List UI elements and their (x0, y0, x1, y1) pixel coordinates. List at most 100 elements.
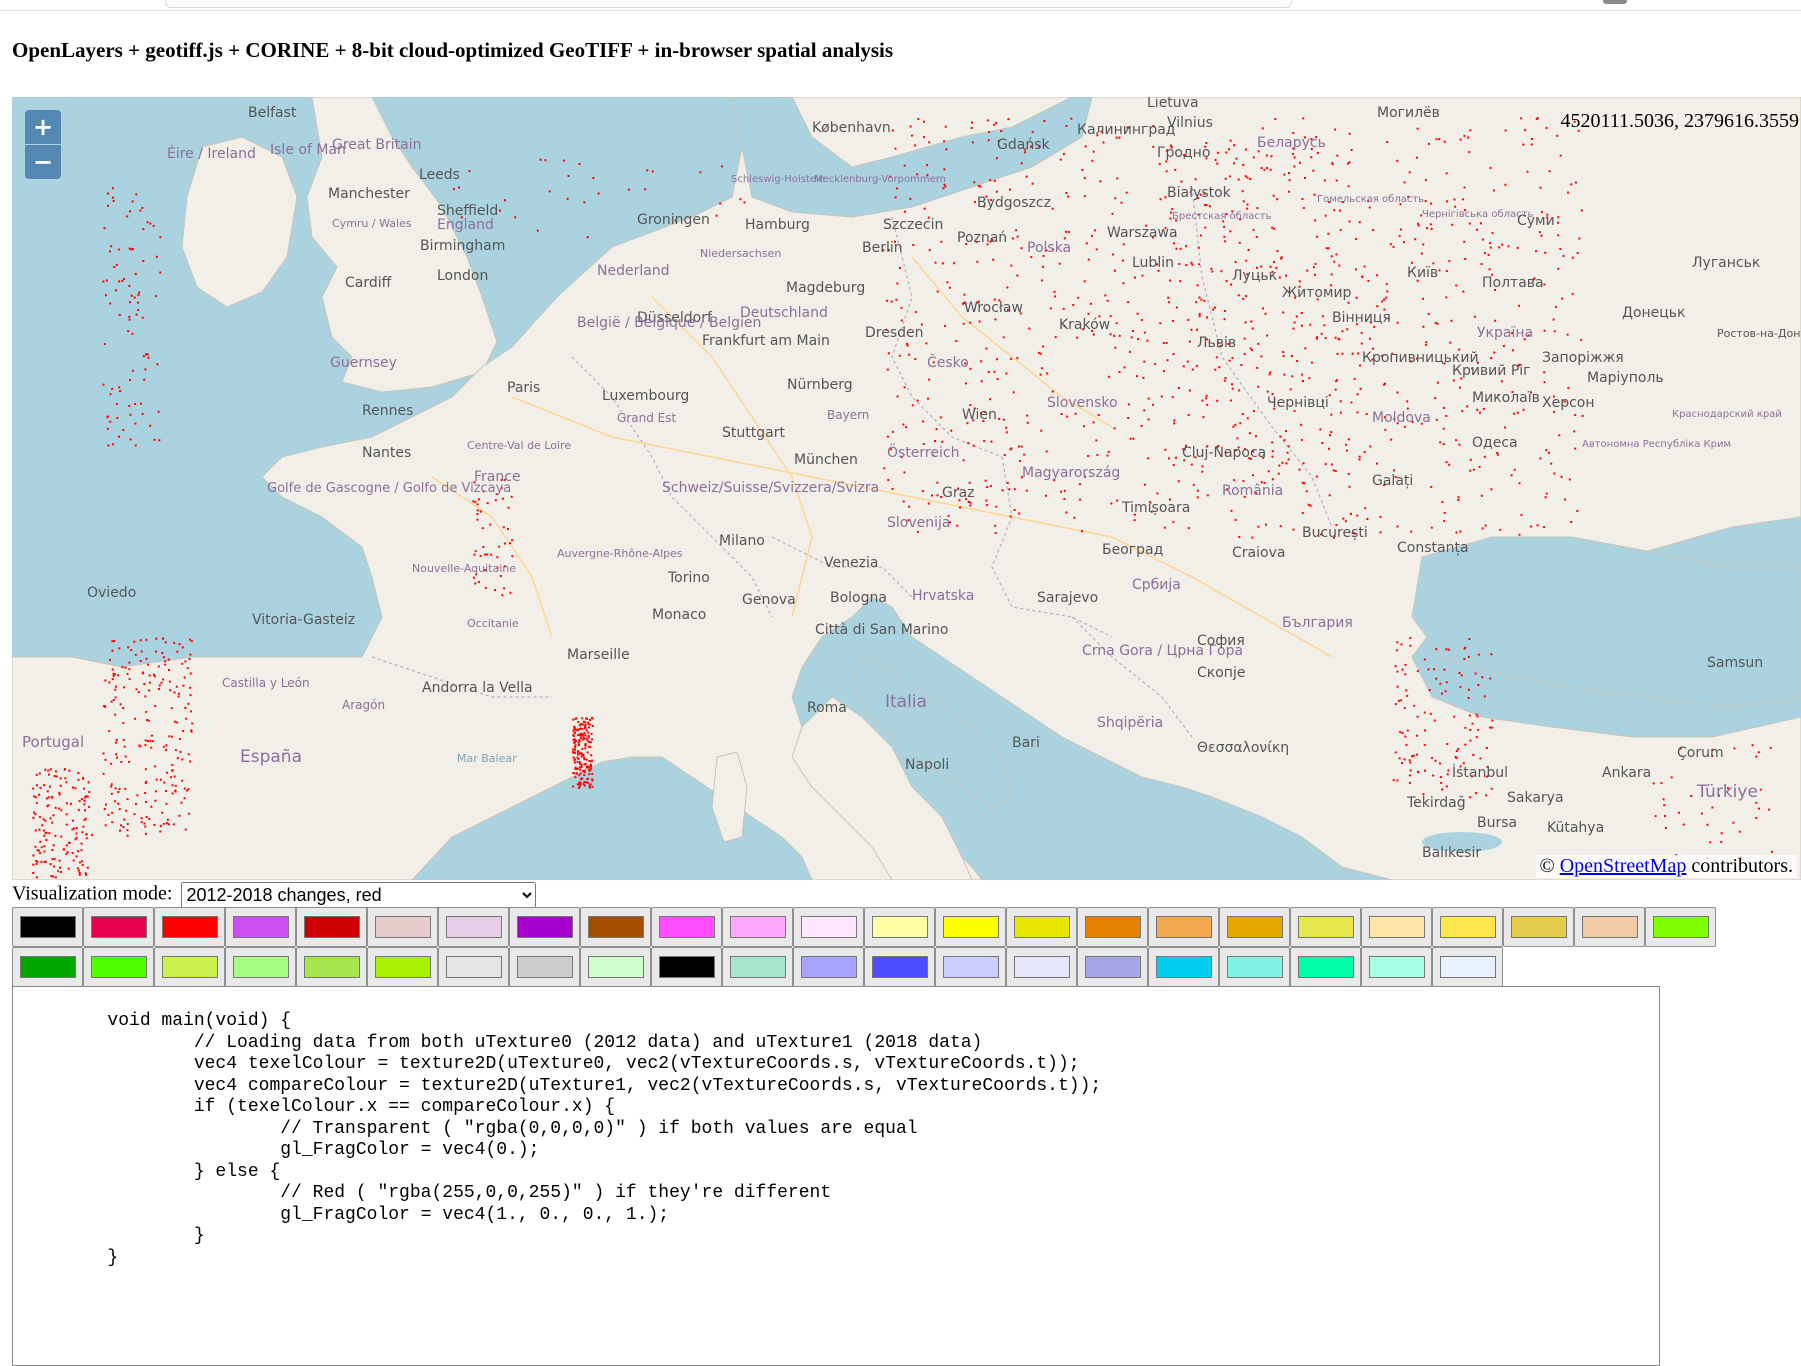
zoom-out-button[interactable]: − (25, 145, 61, 179)
change-pixel (941, 262, 944, 265)
change-pixel (1046, 372, 1049, 375)
color-swatch-button[interactable] (438, 907, 509, 947)
map-label: Rennes (362, 403, 413, 419)
change-pixel (1530, 143, 1533, 146)
color-swatch-button[interactable] (154, 907, 225, 947)
change-pixel (118, 808, 121, 811)
change-pixel (579, 763, 582, 766)
color-swatch-button[interactable] (83, 947, 154, 987)
map-label: Portugal (22, 733, 84, 751)
color-swatch-button[interactable] (935, 907, 1006, 947)
change-pixel (1732, 821, 1735, 824)
change-pixel (1423, 743, 1426, 746)
color-swatch-button[interactable] (1432, 947, 1503, 987)
color-swatch-button[interactable] (1361, 947, 1432, 987)
change-pixel (1321, 442, 1324, 444)
change-pixel (1190, 463, 1193, 466)
change-pixel (44, 819, 47, 822)
color-swatch-button[interactable] (1290, 947, 1361, 987)
basemap[interactable]: Belfast Isle of Man Great Britain Éire /… (12, 97, 1801, 880)
color-swatch-button[interactable] (1361, 907, 1432, 947)
color-swatch-button[interactable] (793, 947, 864, 987)
color-swatch-button[interactable] (1006, 947, 1077, 987)
color-swatch-button[interactable] (580, 907, 651, 947)
change-pixel (1320, 332, 1323, 335)
change-pixel (1552, 318, 1555, 321)
change-pixel (969, 367, 972, 370)
map-label: München (794, 452, 858, 468)
color-swatch-button[interactable] (1148, 907, 1219, 947)
change-pixel (1083, 195, 1086, 198)
color-swatch-button[interactable] (1077, 907, 1148, 947)
map-label: Napoli (905, 757, 949, 773)
color-swatch-button[interactable] (1645, 907, 1716, 947)
color-swatch (1226, 916, 1283, 938)
change-pixel (986, 119, 989, 122)
change-pixel (486, 502, 489, 505)
color-swatch-button[interactable] (12, 947, 83, 987)
change-pixel (133, 640, 136, 643)
color-swatch-button[interactable] (1219, 947, 1290, 987)
openstreetmap-link[interactable]: OpenStreetMap (1560, 855, 1687, 877)
color-swatch-button[interactable] (83, 907, 154, 947)
change-pixel (165, 744, 168, 747)
map-viewport[interactable]: Belfast Isle of Man Great Britain Éire /… (12, 97, 1801, 880)
change-pixel (1379, 531, 1382, 534)
color-swatch-button[interactable] (225, 947, 296, 987)
change-pixel (1490, 653, 1493, 656)
color-swatch-button[interactable] (864, 947, 935, 987)
color-swatch-button[interactable] (1006, 907, 1077, 947)
change-pixel (1417, 222, 1419, 225)
color-swatch-button[interactable] (438, 947, 509, 987)
change-pixel (146, 719, 148, 721)
change-pixel (942, 187, 945, 190)
color-swatch-button[interactable] (367, 907, 438, 947)
mouse-position-readout: 4520111.5036, 2379616.3559 (1560, 110, 1799, 132)
change-pixel (1429, 223, 1432, 226)
change-pixel (1535, 250, 1537, 253)
color-swatch-button[interactable] (1574, 907, 1645, 947)
map-label: Oviedo (87, 585, 136, 601)
change-pixel (1234, 261, 1237, 264)
color-swatch-button[interactable] (1503, 907, 1574, 947)
color-swatch-button[interactable] (225, 907, 296, 947)
visualization-mode-select[interactable]: 2012-2018 changes, red (181, 882, 537, 908)
change-pixel (142, 228, 145, 231)
toolbar-button[interactable] (1603, 0, 1627, 4)
color-swatch-button[interactable] (1077, 947, 1148, 987)
color-swatch-button[interactable] (12, 907, 83, 947)
color-swatch-button[interactable] (296, 947, 367, 987)
color-swatch-button[interactable] (935, 947, 1006, 987)
change-pixel (150, 805, 153, 808)
change-pixel (1288, 172, 1291, 174)
color-swatch-button[interactable] (793, 907, 864, 947)
color-swatch-button[interactable] (509, 947, 580, 987)
change-pixel (52, 814, 55, 817)
color-swatch-button[interactable] (1290, 907, 1361, 947)
color-swatch-button[interactable] (1219, 907, 1290, 947)
color-swatch-button[interactable] (509, 907, 580, 947)
change-pixel (169, 689, 172, 692)
change-pixel (145, 780, 148, 783)
color-swatch-button[interactable] (367, 947, 438, 987)
color-swatch-button[interactable] (722, 907, 793, 947)
color-swatch-button[interactable] (1148, 947, 1219, 987)
zoom-in-button[interactable]: + (25, 110, 61, 144)
color-swatch-button[interactable] (651, 907, 722, 947)
color-swatch-button[interactable] (296, 907, 367, 947)
change-pixel (128, 661, 131, 664)
change-pixel (137, 301, 140, 304)
color-swatch-button[interactable] (580, 947, 651, 987)
map-label: Vitoria-Gasteiz (252, 612, 355, 628)
color-swatch-button[interactable] (651, 947, 722, 987)
color-swatch-button[interactable] (1432, 907, 1503, 947)
change-pixel (1344, 520, 1347, 523)
color-swatch-button[interactable] (722, 947, 793, 987)
address-bar[interactable] (165, 0, 1292, 8)
change-pixel (1436, 381, 1439, 384)
change-pixel (1476, 715, 1479, 718)
color-swatch-button[interactable] (864, 907, 935, 947)
shader-code-editor[interactable] (12, 986, 1660, 1366)
change-pixel (1246, 207, 1249, 210)
color-swatch-button[interactable] (154, 947, 225, 987)
